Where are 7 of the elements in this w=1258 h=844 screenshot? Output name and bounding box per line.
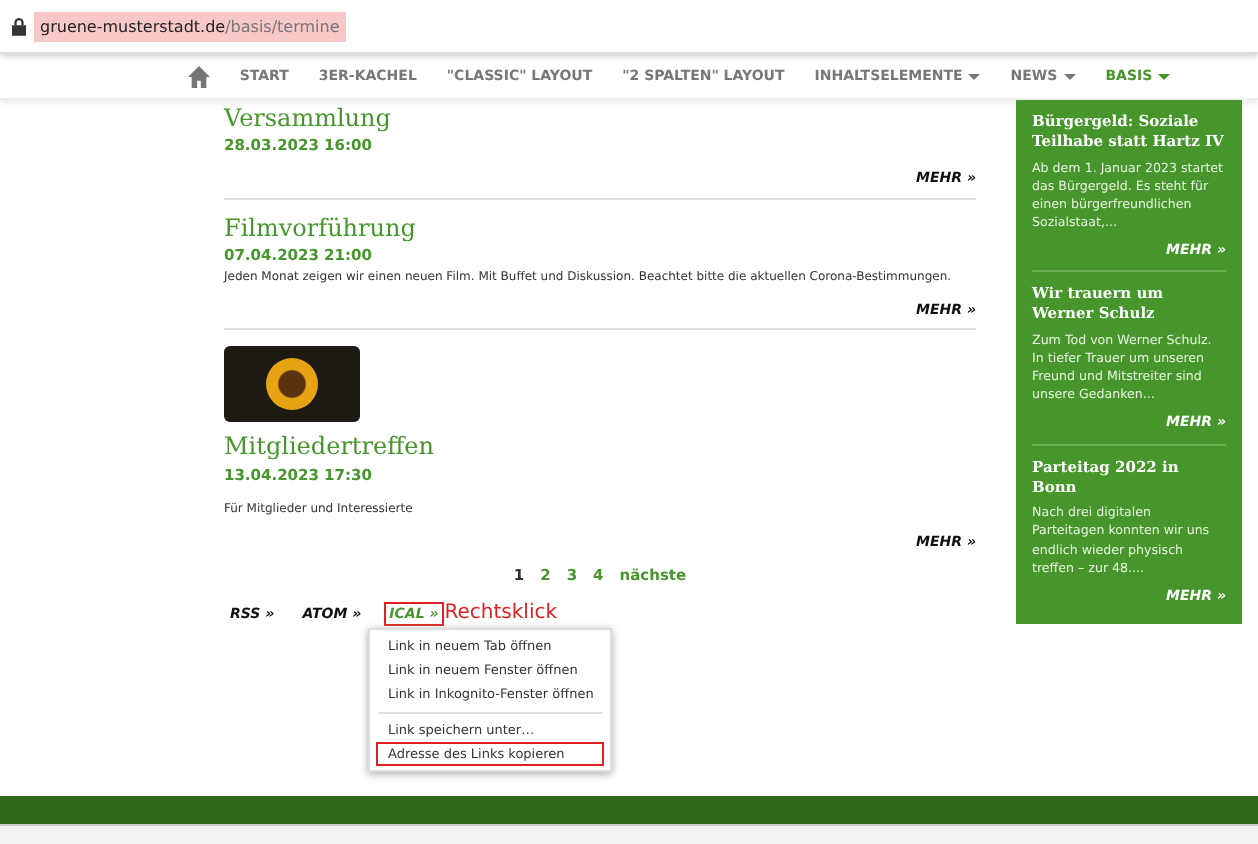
annotation-label: Rechtsklick (444, 602, 558, 625)
event-title[interactable]: Mitgliedertreffen (224, 432, 976, 462)
event-title[interactable]: Filmvorführung (224, 213, 976, 243)
url-text[interactable]: gruene-musterstadt.de/basis/termine (34, 11, 346, 41)
lock-icon (12, 17, 26, 35)
home-icon[interactable] (187, 65, 210, 87)
event-title[interactable]: Versammlung (224, 104, 976, 133)
